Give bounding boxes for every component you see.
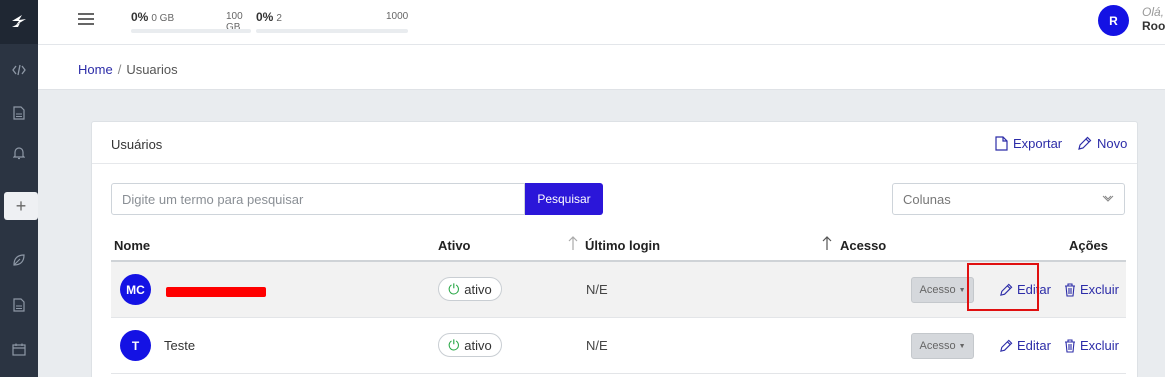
users-usage: 0% 2 1000	[256, 10, 409, 33]
sort-arrow-icon[interactable]	[822, 235, 832, 254]
header-active[interactable]: Ativo	[438, 238, 471, 253]
export-icon	[995, 136, 1008, 151]
trash-icon	[1065, 282, 1075, 297]
last-login-cell: N/E	[586, 338, 608, 353]
header-actions: Ações	[1069, 238, 1109, 253]
caret-down-icon: ▼	[958, 286, 966, 294]
card-title: Usuários	[111, 137, 163, 152]
code-icon[interactable]	[0, 55, 38, 85]
columns-select[interactable]: Colunas	[892, 183, 1125, 215]
add-icon[interactable]: +	[4, 192, 38, 220]
export-button[interactable]: Exportar	[995, 136, 1062, 151]
edit-label: Editar	[1017, 338, 1051, 353]
caret-down-icon: ▼	[958, 342, 966, 350]
edit-button[interactable]: Editar	[999, 338, 1051, 353]
user-avatar[interactable]: R	[1098, 5, 1129, 36]
breadcrumb: Home / Usuarios	[78, 62, 178, 77]
header-name[interactable]: Nome	[114, 238, 150, 253]
new-button[interactable]: Novo	[1077, 136, 1127, 151]
header-access[interactable]: Acesso	[840, 238, 886, 253]
search-input[interactable]	[111, 183, 525, 215]
sort-arrow-icon[interactable]	[568, 235, 578, 254]
access-dropdown-button[interactable]: Acesso ▼	[911, 333, 974, 359]
header-last-login[interactable]: Último login	[585, 238, 660, 253]
last-login-cell: N/E	[586, 282, 608, 297]
card-header: Usuários Exportar Novo	[92, 122, 1137, 164]
file-icon[interactable]	[0, 290, 38, 320]
greeting-text: Olá,	[1142, 5, 1165, 19]
status-label: ativo	[464, 337, 492, 353]
columns-label: Colunas	[903, 191, 951, 207]
trash-icon	[1065, 338, 1075, 353]
menu-icon[interactable]	[78, 13, 94, 25]
breadcrumb-home[interactable]: Home	[78, 62, 113, 77]
storage-percent: 0%	[131, 10, 149, 24]
pencil-icon	[1000, 339, 1013, 352]
power-icon: ⏻	[448, 336, 460, 353]
avatar: T	[120, 330, 151, 361]
topbar: 0% 0 GB 100 GB 0% 2 1000 R Olá, Roo	[38, 0, 1165, 45]
delete-button[interactable]: Excluir	[1064, 338, 1119, 353]
breadcrumb-separator: /	[117, 62, 122, 77]
bell-icon[interactable]	[0, 138, 38, 168]
storage-usage: 0% 0 GB 100 GB	[131, 10, 251, 33]
user-name[interactable]: Roo	[1142, 19, 1165, 33]
power-icon: ⏻	[448, 280, 460, 297]
pencil-icon	[1078, 136, 1092, 150]
logo-icon[interactable]	[0, 0, 38, 44]
redaction-mark	[166, 287, 266, 297]
highlight-box	[967, 263, 1039, 311]
storage-used: 0 GB	[151, 13, 175, 24]
users-percent: 0%	[256, 10, 274, 24]
status-badge[interactable]: ⏻ ativo	[438, 333, 502, 357]
avatar: MC	[120, 274, 151, 305]
users-card: Usuários Exportar Novo Pesquisar Colunas…	[91, 121, 1138, 377]
search-button[interactable]: Pesquisar	[525, 183, 603, 215]
document-icon[interactable]	[0, 98, 38, 128]
storage-progress-bar	[131, 29, 251, 33]
delete-button[interactable]: Excluir	[1064, 282, 1119, 297]
breadcrumb-current: Usuarios	[126, 62, 178, 77]
leaf-icon[interactable]	[0, 245, 38, 275]
breadcrumb-bar: Home / Usuarios	[38, 45, 1165, 90]
new-label: Novo	[1097, 136, 1128, 151]
calendar-icon[interactable]	[0, 334, 38, 364]
export-label: Exportar	[1013, 136, 1063, 151]
user-name-cell: Teste	[164, 338, 196, 353]
status-label: ativo	[464, 281, 492, 297]
users-progress-bar	[256, 29, 408, 33]
access-dropdown-button[interactable]: Acesso ▼	[911, 277, 974, 303]
access-label: Acesso	[919, 284, 956, 296]
status-badge[interactable]: ⏻ ativo	[438, 277, 502, 301]
chevron-down-icon	[1102, 195, 1114, 202]
delete-label: Excluir	[1080, 282, 1120, 297]
delete-label: Excluir	[1080, 338, 1120, 353]
users-used: 2	[276, 13, 282, 24]
table-row: T Teste ⏻ ativo N/E Acesso ▼ Editar Exclu…	[111, 318, 1126, 374]
users-max: 1000	[386, 11, 409, 22]
sidebar: +	[0, 0, 38, 377]
access-label: Acesso	[919, 340, 956, 352]
